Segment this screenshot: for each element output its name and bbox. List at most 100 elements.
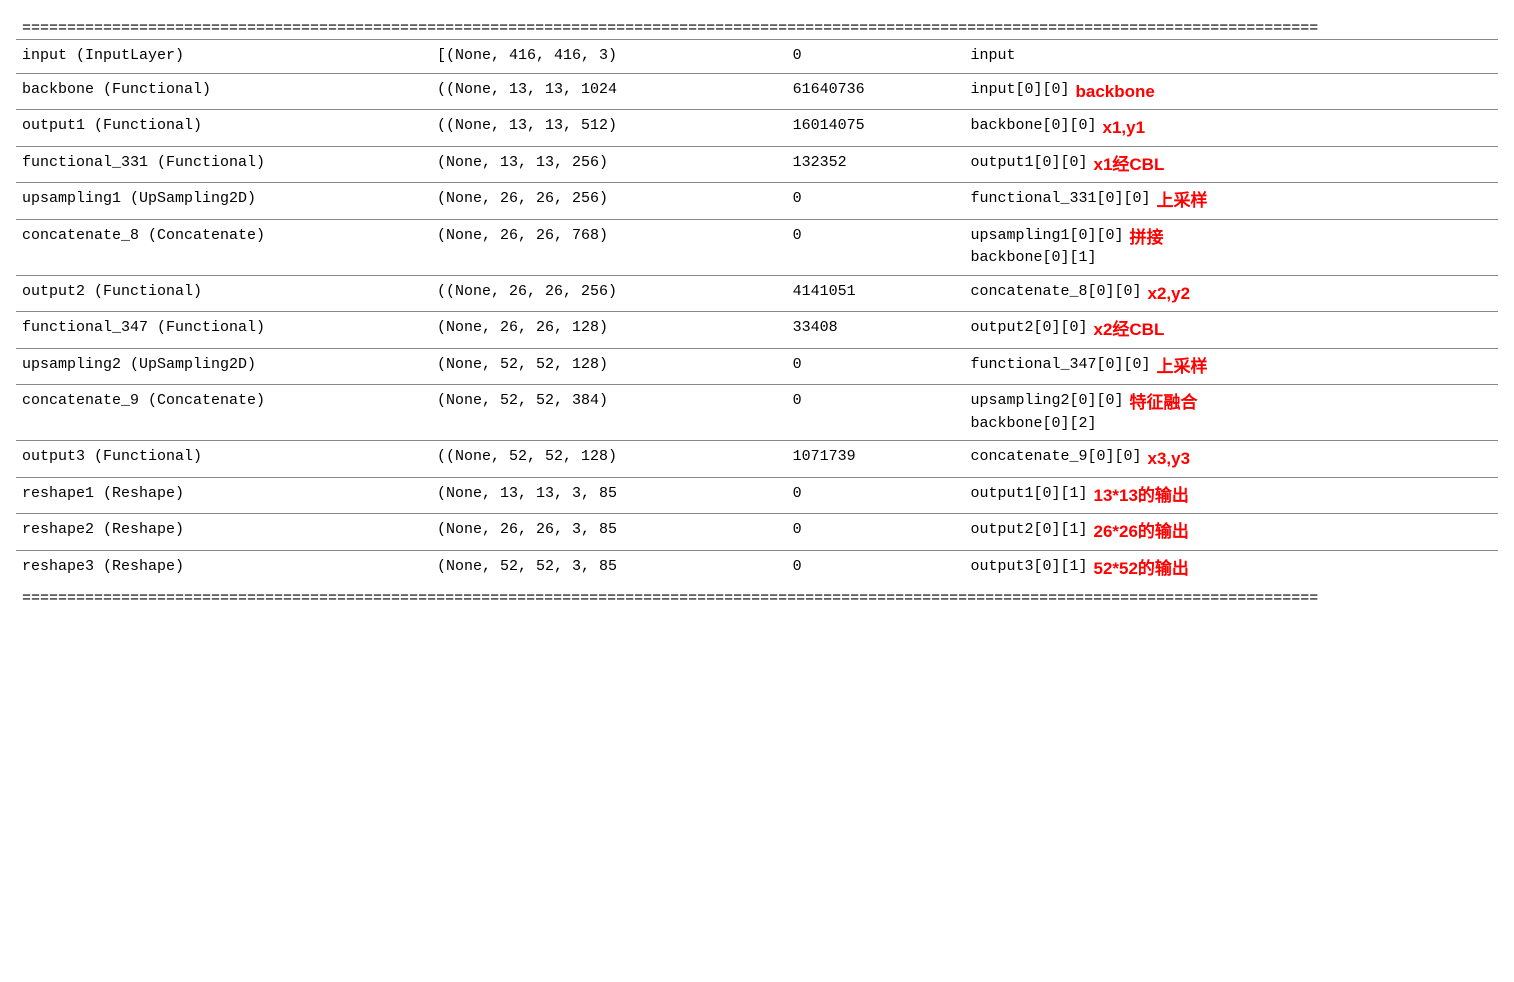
cell-conn: upsampling1[0][0] backbone[0][1]拼接 [964,219,1498,275]
cell-shape: (None, 13, 13, 256) [431,146,787,183]
annotation-label: 26*26的输出 [1093,519,1188,545]
cell-layer: functional_331 (Functional) [16,146,431,183]
cell-param: 33408 [787,312,965,349]
header-conn [964,10,1498,18]
cell-conn: concatenate_8[0][0] x2,y2 [964,275,1498,312]
header-shape [431,10,787,18]
cell-shape: (None, 26, 26, 256) [431,183,787,220]
table-row: concatenate_8 (Concatenate)(None, 26, 26… [16,219,1498,275]
annotation-label: 拼接 [1129,225,1163,251]
cell-layer: upsampling2 (UpSampling2D) [16,348,431,385]
cell-param: 0 [787,514,965,551]
cell-shape: (None, 52, 52, 128) [431,348,787,385]
cell-param: 0 [787,348,965,385]
cell-shape: ((None, 26, 26, 256) [431,275,787,312]
annotation-label: x1,y1 [1102,115,1145,141]
annotation-label: 特征融合 [1129,390,1197,416]
conn-text: backbone[0][0] [970,115,1096,138]
cell-layer: output3 (Functional) [16,441,431,478]
cell-shape: [(None, 416, 416, 3) [431,40,787,74]
conn-text: functional_347[0][0] [970,354,1150,377]
cell-conn: output1[0][0] x1经CBL [964,146,1498,183]
cell-shape: (None, 26, 26, 3, 85 [431,514,787,551]
cell-conn: input [964,40,1498,74]
cell-shape: (None, 52, 52, 384) [431,385,787,441]
table-row: output3 (Functional)((None, 52, 52, 128)… [16,441,1498,478]
cell-conn: concatenate_9[0][0] x3,y3 [964,441,1498,478]
annotation-label: x2经CBL [1093,317,1164,343]
cell-shape: ((None, 13, 13, 1024 [431,73,787,110]
table-row: functional_331 (Functional)(None, 13, 13… [16,146,1498,183]
cell-param: 0 [787,385,965,441]
cell-param: 16014075 [787,110,965,147]
table-row: backbone (Functional)((None, 13, 13, 102… [16,73,1498,110]
conn-text: output3[0][1] [970,556,1087,579]
cell-param: 0 [787,219,965,275]
cell-param: 4141051 [787,275,965,312]
cell-shape: (None, 26, 26, 768) [431,219,787,275]
cell-param: 0 [787,477,965,514]
cell-conn: input[0][0] backbone [964,73,1498,110]
conn-text: concatenate_9[0][0] [970,446,1141,469]
cell-param: 132352 [787,146,965,183]
cell-layer: output1 (Functional) [16,110,431,147]
annotation-label: backbone [1075,79,1154,105]
cell-conn: functional_347[0][0] 上采样 [964,348,1498,385]
cell-conn: output2[0][0] x2经CBL [964,312,1498,349]
table-row: input (InputLayer)[(None, 416, 416, 3)0i… [16,40,1498,74]
table-row: output1 (Functional)((None, 13, 13, 512)… [16,110,1498,147]
cell-layer: input (InputLayer) [16,40,431,74]
cell-conn: backbone[0][0] x1,y1 [964,110,1498,147]
annotation-label: x1经CBL [1093,152,1164,178]
annotation-label: x2,y2 [1147,281,1190,307]
conn-text: upsampling2[0][0] backbone[0][2] [970,390,1123,435]
table-row: reshape3 (Reshape)(None, 52, 52, 3, 850o… [16,550,1498,586]
cell-layer: concatenate_9 (Concatenate) [16,385,431,441]
table-header [16,10,1498,18]
cell-layer: backbone (Functional) [16,73,431,110]
cell-param: 1071739 [787,441,965,478]
cell-param: 0 [787,40,965,74]
cell-param: 0 [787,183,965,220]
table-row: output2 (Functional)((None, 26, 26, 256)… [16,275,1498,312]
table-row: functional_347 (Functional)(None, 26, 26… [16,312,1498,349]
cell-shape: (None, 13, 13, 3, 85 [431,477,787,514]
cell-shape: (None, 26, 26, 128) [431,312,787,349]
header-layer [16,10,431,18]
conn-text: input[0][0] [970,79,1069,102]
conn-text: input [970,45,1015,68]
cell-shape: ((None, 13, 13, 512) [431,110,787,147]
conn-text: upsampling1[0][0] backbone[0][1] [970,225,1123,270]
separator-bottom: ========================================… [16,586,1498,613]
model-summary-table: ========================================… [16,10,1498,613]
cell-shape: ((None, 52, 52, 128) [431,441,787,478]
annotation-label: 52*52的输出 [1093,556,1188,582]
cell-shape: (None, 52, 52, 3, 85 [431,550,787,586]
cell-layer: output2 (Functional) [16,275,431,312]
table-row: upsampling2 (UpSampling2D)(None, 52, 52,… [16,348,1498,385]
conn-text: output1[0][1] [970,483,1087,506]
cell-param: 0 [787,550,965,586]
cell-layer: reshape1 (Reshape) [16,477,431,514]
main-container: ========================================… [16,10,1498,613]
cell-layer: concatenate_8 (Concatenate) [16,219,431,275]
conn-text: output2[0][0] [970,317,1087,340]
conn-text: concatenate_8[0][0] [970,281,1141,304]
separator-top: ========================================… [16,18,1498,40]
table-row: reshape1 (Reshape)(None, 13, 13, 3, 850o… [16,477,1498,514]
conn-text: output1[0][0] [970,152,1087,175]
conn-text: functional_331[0][0] [970,188,1150,211]
annotation-label: 上采样 [1156,354,1207,380]
cell-conn: output2[0][1]26*26的输出 [964,514,1498,551]
header-param [787,10,965,18]
annotation-label: x3,y3 [1147,446,1190,472]
cell-layer: upsampling1 (UpSampling2D) [16,183,431,220]
cell-conn: output3[0][1] 52*52的输出 [964,550,1498,586]
cell-param: 61640736 [787,73,965,110]
annotation-label: 13*13的输出 [1093,483,1188,509]
cell-conn: functional_331[0][0]上采样 [964,183,1498,220]
cell-layer: reshape3 (Reshape) [16,550,431,586]
table-row: upsampling1 (UpSampling2D)(None, 26, 26,… [16,183,1498,220]
cell-layer: functional_347 (Functional) [16,312,431,349]
table-row: concatenate_9 (Concatenate)(None, 52, 52… [16,385,1498,441]
